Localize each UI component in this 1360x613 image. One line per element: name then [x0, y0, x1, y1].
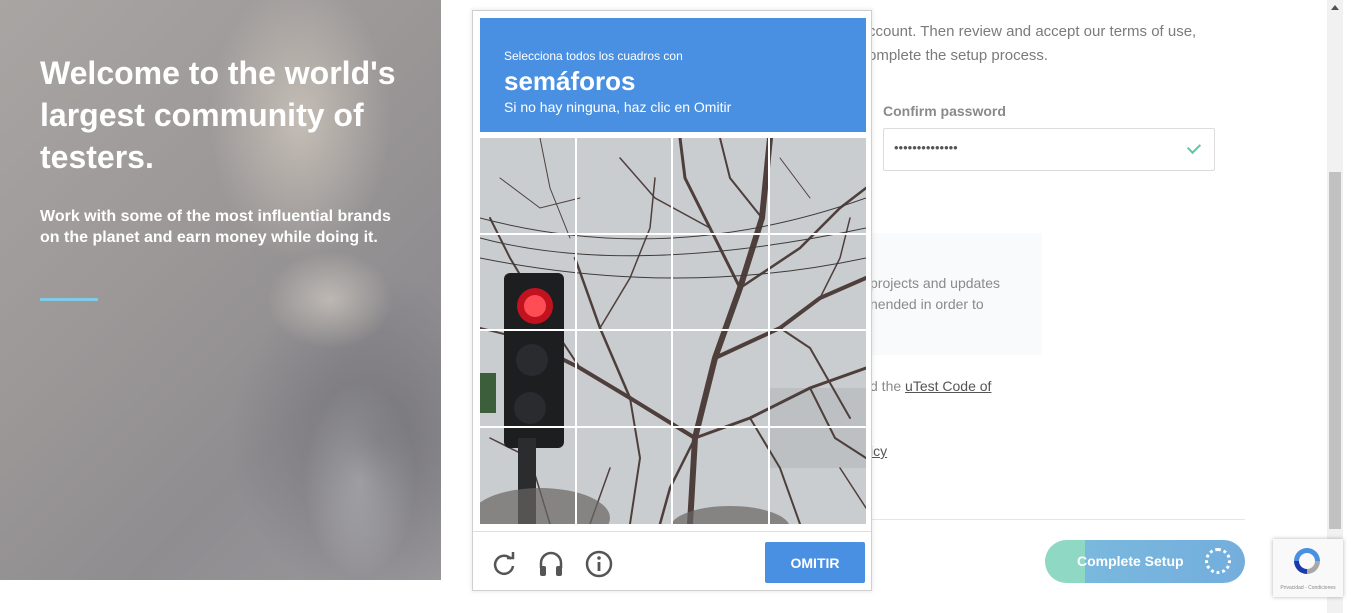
captcha-target: semáforos [504, 66, 636, 96]
captcha-tile[interactable] [769, 331, 866, 428]
hero-subtitle: Work with some of the most influential b… [40, 208, 391, 246]
info-button[interactable] [584, 549, 614, 579]
code-of-conduct-text: d the uTest Code of [870, 378, 991, 394]
captcha-tile[interactable] [673, 331, 770, 428]
reload-icon [493, 552, 515, 575]
captcha-tile[interactable] [480, 427, 577, 524]
info-line: nended in order to [870, 296, 984, 312]
captcha-tile[interactable] [577, 427, 673, 524]
scroll-up-arrow-icon[interactable] [1331, 5, 1339, 10]
captcha-tile[interactable] [576, 331, 673, 428]
captcha-tile[interactable] [576, 138, 673, 235]
captcha-skip-hint: Si no hay ninguna, haz clic en Omitir [504, 99, 732, 115]
captcha-tile[interactable] [480, 138, 577, 235]
captcha-tile[interactable] [673, 138, 770, 235]
captcha-image-grid [480, 138, 866, 524]
info-text: projects and updates nended in order to [870, 273, 1040, 315]
hero-divider [40, 298, 98, 301]
captcha-instruction: Selecciona todos los cuadros con [504, 49, 683, 63]
captcha-tile[interactable] [576, 234, 673, 331]
audio-icon [539, 551, 563, 576]
check-icon [1186, 139, 1202, 155]
captcha-dialog: Selecciona todos los cuadros con semáfor… [472, 10, 872, 591]
captcha-tile[interactable] [673, 234, 770, 331]
complete-setup-button[interactable]: Complete Setup [1045, 540, 1245, 583]
form-divider [868, 519, 1245, 520]
captcha-tile[interactable] [480, 331, 577, 428]
recaptcha-terms[interactable]: Privacidad - Condiciones [1273, 585, 1343, 591]
scrollbar-thumb[interactable] [1329, 172, 1341, 529]
complete-setup-label: Complete Setup [1077, 553, 1184, 569]
captcha-footer-divider [473, 531, 871, 532]
captcha-tile[interactable] [769, 235, 866, 331]
code-of-conduct-link[interactable]: uTest Code of [905, 378, 991, 394]
info-line: projects and updates [870, 275, 1000, 291]
captcha-tile[interactable] [770, 428, 867, 525]
loading-spinner-icon [1205, 548, 1231, 574]
confirm-password-value: •••••••••••••• [894, 140, 958, 155]
captcha-header: Selecciona todos los cuadros con semáfor… [480, 18, 866, 132]
confirm-password-label: Confirm password [883, 103, 1006, 119]
captcha-tile[interactable] [480, 234, 577, 331]
page-scrollbar[interactable] [1327, 0, 1343, 613]
policy-link[interactable]: icy [870, 443, 887, 459]
reload-button[interactable] [489, 549, 519, 579]
hero-title: Welcome to the world's largest community… [40, 55, 396, 175]
info-icon [585, 550, 613, 578]
hero-panel: Welcome to the world's largest community… [0, 0, 441, 580]
confirm-password-field[interactable]: •••••••••••••• [883, 128, 1215, 171]
intro-line: omplete the setup process. [868, 47, 1049, 64]
audio-challenge-button[interactable] [536, 549, 566, 579]
form-intro: ccount. Then review and accept our terms… [868, 20, 1248, 68]
recaptcha-badge[interactable]: Privacidad - Condiciones [1273, 539, 1343, 597]
skip-button[interactable]: OMITIR [765, 542, 865, 583]
intro-line: ccount. Then review and accept our terms… [868, 23, 1197, 40]
captcha-tile[interactable] [769, 138, 866, 235]
captcha-tile[interactable] [673, 427, 770, 524]
recaptcha-logo-icon [1294, 548, 1320, 574]
code-prefix: d the [870, 378, 906, 394]
